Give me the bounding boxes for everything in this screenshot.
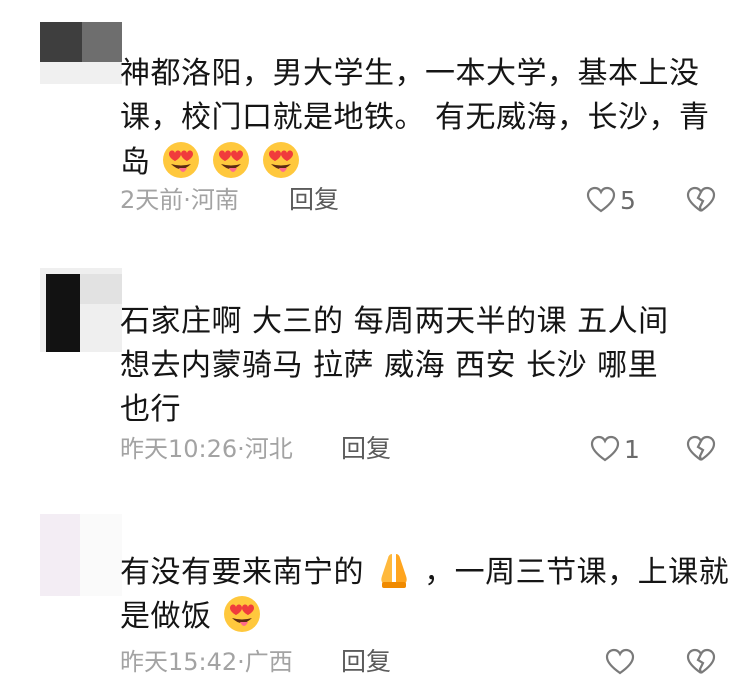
comment-line: ，一周三节课，上课就 bbox=[424, 555, 730, 590]
comment-line-last: 岛 bbox=[120, 140, 720, 184]
avatar[interactable] bbox=[40, 268, 122, 352]
comment-text: 有没有要来南宁的 ，一周三节课，上课就 是做饭 bbox=[120, 550, 729, 638]
broken-heart-icon bbox=[686, 648, 716, 674]
comment-line: 有没有要来南宁的 bbox=[120, 555, 364, 590]
comment-text: 神都洛阳，男大学生，一本大学，基本上没 课，校门口就是地铁。 有无威海，长沙，青… bbox=[120, 52, 720, 184]
comment-line: 也行 bbox=[120, 392, 181, 427]
dislike-button[interactable] bbox=[686, 431, 716, 467]
praying-hands-emoji bbox=[381, 554, 407, 588]
reply-button[interactable]: 回复 bbox=[341, 431, 391, 467]
heart-eyes-tongue-emoji bbox=[262, 142, 299, 178]
comment-line: 石家庄啊 大三的 每周两天半的课 五人间 bbox=[120, 304, 669, 339]
reply-button[interactable]: 回复 bbox=[289, 182, 339, 218]
heart-outline-icon bbox=[586, 186, 616, 213]
comment-line-last: 是做饭 bbox=[120, 594, 720, 638]
like-count: 1 bbox=[624, 434, 640, 464]
avatar[interactable] bbox=[40, 514, 122, 596]
heart-eyes-tongue-emoji bbox=[223, 596, 260, 632]
comment-meta: 2天前·河南 bbox=[120, 186, 239, 214]
comment-meta: 昨天10:26·河北 bbox=[120, 435, 293, 463]
like-button[interactable] bbox=[605, 644, 639, 680]
like-button[interactable]: 1 bbox=[590, 431, 640, 467]
avatar[interactable] bbox=[40, 22, 122, 84]
dislike-button[interactable] bbox=[686, 182, 716, 218]
heart-eyes-tongue-emoji bbox=[212, 142, 249, 178]
comment-line: 想去内蒙骑马 拉萨 威海 西安 长沙 哪里 bbox=[120, 348, 659, 383]
like-button[interactable]: 5 bbox=[586, 182, 636, 218]
comment-text: 石家庄啊 大三的 每周两天半的课 五人间 想去内蒙骑马 拉萨 威海 西安 长沙 … bbox=[120, 300, 720, 432]
dislike-button[interactable] bbox=[686, 644, 716, 680]
comment-line: 课，校门口就是地铁。 有无威海，长沙，青 bbox=[120, 100, 710, 135]
comment-line: 神都洛阳，男大学生，一本大学，基本上没 bbox=[120, 56, 700, 91]
heart-eyes-tongue-emoji bbox=[162, 142, 199, 178]
like-count: 5 bbox=[620, 185, 636, 215]
reply-button[interactable]: 回复 bbox=[341, 644, 391, 680]
comment-line: 是做饭 bbox=[120, 599, 212, 634]
comment-line: 岛 bbox=[120, 145, 151, 180]
comment-meta: 昨天15:42·广西 bbox=[120, 648, 293, 676]
heart-outline-icon bbox=[590, 435, 620, 462]
broken-heart-icon bbox=[686, 186, 716, 212]
heart-outline-icon bbox=[605, 648, 635, 675]
comment-line-first: 有没有要来南宁的 ，一周三节课，上课就 bbox=[120, 550, 729, 594]
broken-heart-icon bbox=[686, 435, 716, 461]
